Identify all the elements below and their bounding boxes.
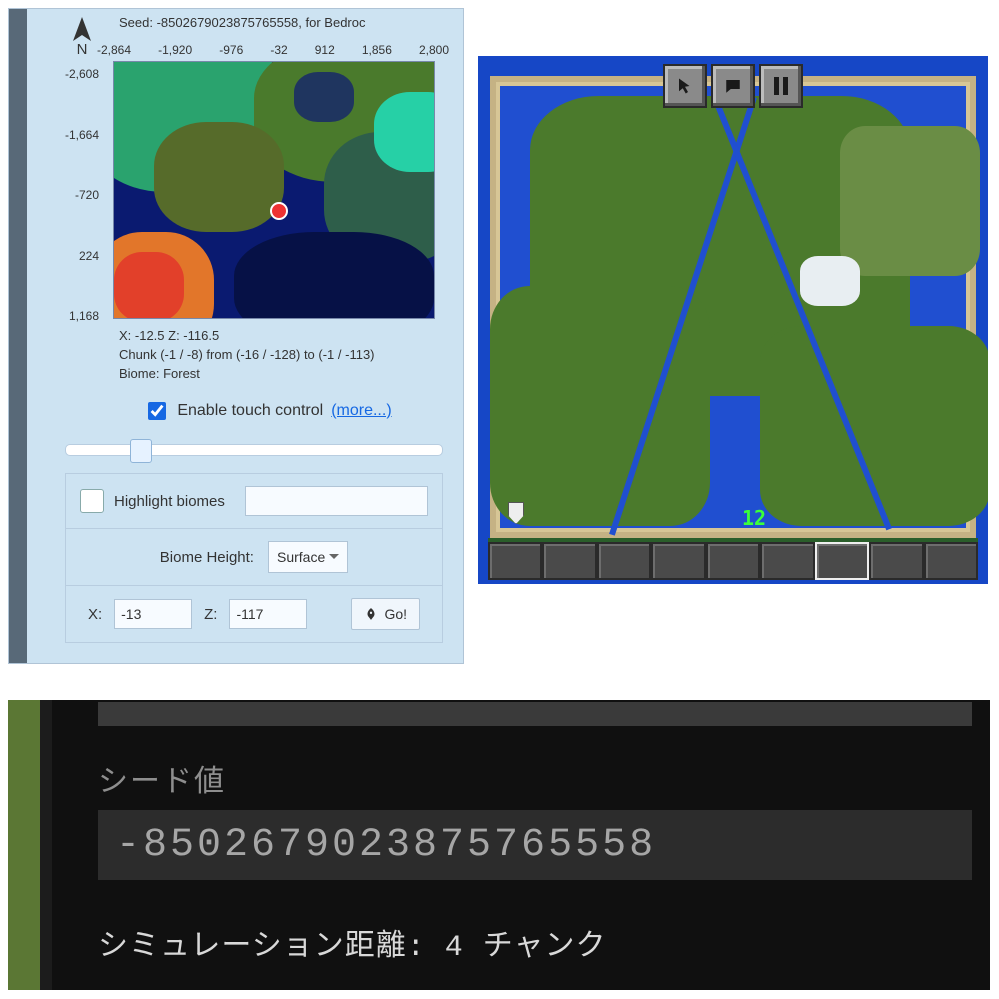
map-overlay-number: 12 (742, 506, 766, 530)
biome-finder-panel: N Seed: -8502679023875765558, for Bedroc… (8, 8, 464, 664)
info-biome: Biome: Forest (119, 365, 375, 384)
seed-label: シード値 (98, 756, 226, 801)
tick: 912 (315, 43, 335, 57)
sim-distance-label: シミュレーション距離: 4 チャンク (98, 920, 607, 965)
goto-row: X: Z: Go! (66, 586, 442, 642)
hotbar-slot[interactable] (597, 542, 651, 580)
tick: -1,920 (158, 43, 192, 57)
seed-text: Seed: -8502679023875765558, for Bedroc (119, 15, 365, 30)
go-button[interactable]: Go! (351, 598, 420, 630)
compass-letter: N (77, 41, 88, 58)
cursor-info: X: -12.5 Z: -116.5 Chunk (-1 / -8) from … (119, 327, 375, 384)
settings-form: Highlight biomes Biome Height: Surface X… (65, 473, 443, 643)
slider-thumb-icon[interactable] (130, 439, 152, 463)
z-label: Z: (204, 606, 217, 623)
top-toolbar (663, 64, 803, 108)
cursor-icon (676, 77, 694, 95)
hotbar-slot[interactable] (869, 542, 923, 580)
x-input[interactable] (114, 599, 192, 629)
biome-map[interactable] (113, 61, 435, 319)
info-chunk: Chunk (-1 / -8) from (-16 / -128) to (-1… (119, 346, 375, 365)
tick: -2,864 (97, 43, 131, 57)
biome-height-row: Biome Height: Surface (66, 529, 442, 586)
hotbar-slot[interactable] (542, 542, 596, 580)
tick: -2,608 (49, 67, 99, 81)
tick: 1,168 (49, 309, 99, 323)
tick: -1,664 (49, 128, 99, 142)
enable-touch-label: Enable touch control (177, 402, 323, 420)
left-gutter (9, 9, 27, 663)
tick: -720 (49, 188, 99, 202)
tick: 2,800 (419, 43, 449, 57)
seed-input[interactable]: -8502679023875765558 (98, 810, 972, 880)
hotbar-slot[interactable] (924, 542, 978, 580)
hotbar-slot[interactable] (760, 542, 814, 580)
tick: -32 (270, 43, 287, 57)
world-settings-panel: シード値 -8502679023875765558 シミュレーション距離: 4 … (8, 700, 990, 990)
hotbar-slot[interactable] (706, 542, 760, 580)
enable-touch-checkbox[interactable] (148, 402, 166, 420)
highlight-biomes-input[interactable] (245, 486, 428, 516)
select-value: Surface (277, 549, 325, 565)
info-xz: X: -12.5 Z: -116.5 (119, 327, 375, 346)
y-axis-ticks: -2,608 -1,664 -720 224 1,168 (49, 67, 99, 323)
biome-height-select[interactable]: Surface (268, 541, 348, 573)
highlight-biomes-label: Highlight biomes (114, 493, 225, 510)
compass-icon: N (71, 17, 93, 58)
zoom-slider[interactable] (65, 433, 443, 467)
tick: 224 (49, 249, 99, 263)
map-parchment[interactable] (490, 76, 976, 538)
touch-control-row: Enable touch control (more...) (87, 399, 449, 423)
pause-icon (774, 77, 788, 95)
hotbar-slot[interactable] (488, 542, 542, 580)
map-water (500, 86, 966, 528)
hotbar-slot[interactable] (651, 542, 705, 580)
biome-height-label: Biome Height: (160, 549, 254, 566)
seed-value: -8502679023875765558 (116, 823, 656, 868)
edge-decor (40, 700, 52, 990)
hotbar[interactable] (488, 538, 978, 580)
pointer-button[interactable] (663, 64, 707, 108)
minecraft-map-panel: 12 (478, 56, 988, 584)
z-input[interactable] (229, 599, 307, 629)
chat-button[interactable] (711, 64, 755, 108)
touch-more-link[interactable]: (more...) (331, 402, 391, 420)
rocket-icon (364, 607, 378, 621)
prev-field[interactable] (98, 702, 972, 726)
player-marker-icon (270, 202, 288, 220)
highlight-biomes-row: Highlight biomes (66, 474, 442, 529)
hotbar-slot-selected[interactable] (815, 542, 869, 580)
go-label: Go! (384, 606, 407, 622)
speech-icon (724, 77, 742, 95)
x-label: X: (88, 606, 102, 623)
edge-decor (8, 700, 40, 990)
x-axis-ticks: -2,864 -1,920 -976 -32 912 1,856 2,800 (97, 43, 449, 57)
tick: -976 (219, 43, 243, 57)
tick: 1,856 (362, 43, 392, 57)
highlight-biomes-checkbox[interactable] (80, 489, 104, 513)
pause-button[interactable] (759, 64, 803, 108)
